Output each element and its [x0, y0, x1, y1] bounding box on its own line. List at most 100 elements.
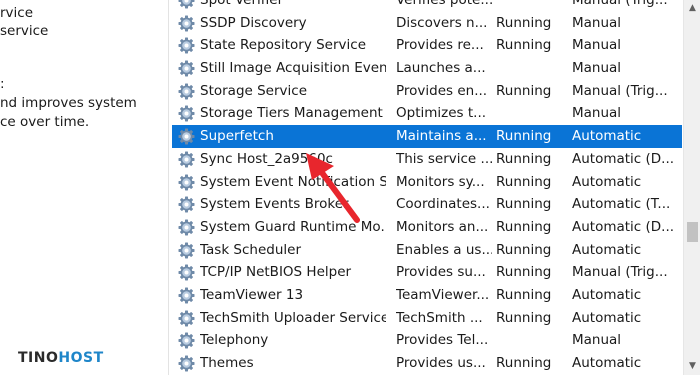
service-row[interactable]: Superfetch Maintains a... Running Automatic	[172, 125, 682, 148]
service-name: TechSmith Uploader Service	[200, 309, 386, 326]
service-description: Enables a us...	[396, 241, 492, 258]
service-row[interactable]: System Guard Runtime Mo... Monitors an...…	[172, 216, 682, 239]
scroll-up-arrow-icon[interactable]: ▲	[684, 0, 700, 17]
service-description: Coordinates...	[396, 196, 490, 213]
scroll-thumb[interactable]	[687, 222, 698, 242]
service-startup-type: Automatic	[572, 173, 642, 190]
service-name: Themes	[200, 355, 254, 371]
logo-text: TINO	[18, 350, 59, 366]
service-description: Provides Tel...	[396, 332, 489, 349]
service-name: System Event Notification S...	[200, 173, 386, 190]
service-row[interactable]: TCP/IP NetBIOS Helper Provides su... Runni…	[172, 261, 682, 284]
service-startup-type: Manual (Trig...	[572, 264, 668, 281]
pane-divider	[168, 0, 169, 375]
service-name: TCP/IP NetBIOS Helper	[200, 264, 352, 281]
service-startup-type: Automatic	[572, 355, 642, 371]
service-description-pane: rvice service : nd improves system ce ov…	[0, 0, 168, 375]
service-status: Running	[496, 37, 552, 54]
service-name: System Guard Runtime Mo...	[200, 218, 386, 235]
watermark-logo: TINOHOST	[18, 350, 104, 366]
service-status: Running	[496, 241, 552, 258]
service-startup-type: Automatic	[572, 241, 642, 258]
service-name: Storage Tiers Management	[200, 105, 383, 122]
description-line: rvice	[0, 5, 34, 21]
service-row[interactable]: TechSmith Uploader Service TechSmith ... R…	[172, 307, 682, 330]
service-row[interactable]: Task Scheduler Enables a us... Running Auto…	[172, 239, 682, 262]
service-description: Discovers n...	[396, 14, 488, 31]
vertical-scrollbar[interactable]: ▲ ▼	[683, 0, 700, 375]
service-status: Running	[496, 14, 552, 31]
service-startup-type: Automatic (T...	[572, 196, 671, 213]
service-description: TechSmith ...	[396, 309, 483, 326]
service-startup-type: Manual	[572, 105, 622, 122]
gear-icon	[178, 102, 196, 125]
service-status: Running	[496, 128, 552, 145]
service-description: Provides re...	[396, 37, 484, 54]
service-status: Running	[496, 173, 552, 190]
service-row[interactable]: Themes Provides us... Running Automatic	[172, 352, 682, 375]
service-description: Launches a...	[396, 60, 486, 77]
gear-icon	[178, 284, 196, 307]
service-row[interactable]: Sync Host_2a9560c This service ... Running…	[172, 148, 682, 171]
description-line: nd improves system	[0, 95, 137, 111]
service-row[interactable]: Storage Tiers Management Optimizes t... Ma…	[172, 102, 682, 125]
service-startup-type: Automatic (D...	[572, 218, 675, 235]
service-status: Running	[496, 309, 552, 326]
service-description: Provides us...	[396, 355, 486, 371]
gear-icon	[178, 34, 196, 57]
gear-icon	[178, 216, 196, 239]
service-startup-type: Automatic	[572, 286, 642, 303]
gear-icon	[178, 307, 196, 330]
service-name: System Events Broker	[200, 196, 349, 213]
gear-icon	[178, 148, 196, 171]
service-status: Running	[496, 150, 552, 167]
service-startup-type: Automatic	[572, 309, 642, 326]
service-description: TeamViewer...	[396, 286, 490, 303]
service-description: Optimizes t...	[396, 105, 487, 122]
services-list: Spot Verifier Verifies pote... Manual (Tri…	[172, 0, 682, 375]
service-row[interactable]: Telephony Provides Tel... Manual	[172, 329, 682, 352]
service-status: Running	[496, 286, 552, 303]
service-name: Spot Verifier	[200, 0, 284, 8]
gear-icon	[178, 239, 196, 262]
gear-icon	[178, 171, 196, 194]
service-row[interactable]: SSDP Discovery Discovers n... Running Manua…	[172, 12, 682, 35]
service-row[interactable]: Still Image Acquisition Events Launches a…	[172, 57, 682, 80]
service-description: Verifies pote...	[396, 0, 492, 8]
service-name: Still Image Acquisition Events	[200, 60, 386, 77]
service-row[interactable]: State Repository Service Provides re... Ru…	[172, 34, 682, 57]
service-name: Sync Host_2a9560c	[200, 150, 333, 167]
service-description: Monitors an...	[396, 218, 489, 235]
service-row[interactable]: Storage Service Provides en... Running Manu…	[172, 80, 682, 103]
service-status: Running	[496, 218, 552, 235]
gear-icon	[178, 12, 196, 35]
service-description: Maintains a...	[396, 128, 487, 145]
gear-icon	[178, 0, 196, 12]
service-startup-type: Manual	[572, 14, 622, 31]
service-status: Running	[496, 264, 552, 281]
description-line: ce over time.	[0, 114, 90, 130]
service-row[interactable]: TeamViewer 13 TeamViewer... Running Automat…	[172, 284, 682, 307]
service-row[interactable]: Spot Verifier Verifies pote... Manual (Tri…	[172, 0, 682, 12]
logo-text-accent: HOST	[58, 350, 104, 366]
service-startup-type: Manual (Trig...	[572, 82, 668, 99]
service-startup-type: Automatic (D...	[572, 150, 675, 167]
service-row[interactable]: System Events Broker Coordinates... Runnin…	[172, 193, 682, 216]
service-name: Superfetch	[200, 128, 274, 145]
scroll-down-arrow-icon[interactable]: ▼	[684, 358, 700, 375]
service-row[interactable]: System Event Notification S... Monitors s…	[172, 171, 682, 194]
service-description: Provides su...	[396, 264, 486, 281]
gear-icon	[178, 261, 196, 284]
service-startup-type: Manual	[572, 332, 622, 349]
service-description: This service ...	[396, 150, 492, 167]
service-name: SSDP Discovery	[200, 14, 307, 31]
gear-icon	[178, 193, 196, 216]
service-name: Task Scheduler	[200, 241, 302, 258]
service-name: Telephony	[200, 332, 269, 349]
gear-icon	[178, 80, 196, 103]
service-startup-type: Manual (Trig...	[572, 0, 668, 8]
service-description: Monitors sy...	[396, 173, 485, 190]
description-line: service	[0, 23, 49, 39]
service-startup-type: Manual	[572, 37, 622, 54]
gear-icon	[178, 57, 196, 80]
